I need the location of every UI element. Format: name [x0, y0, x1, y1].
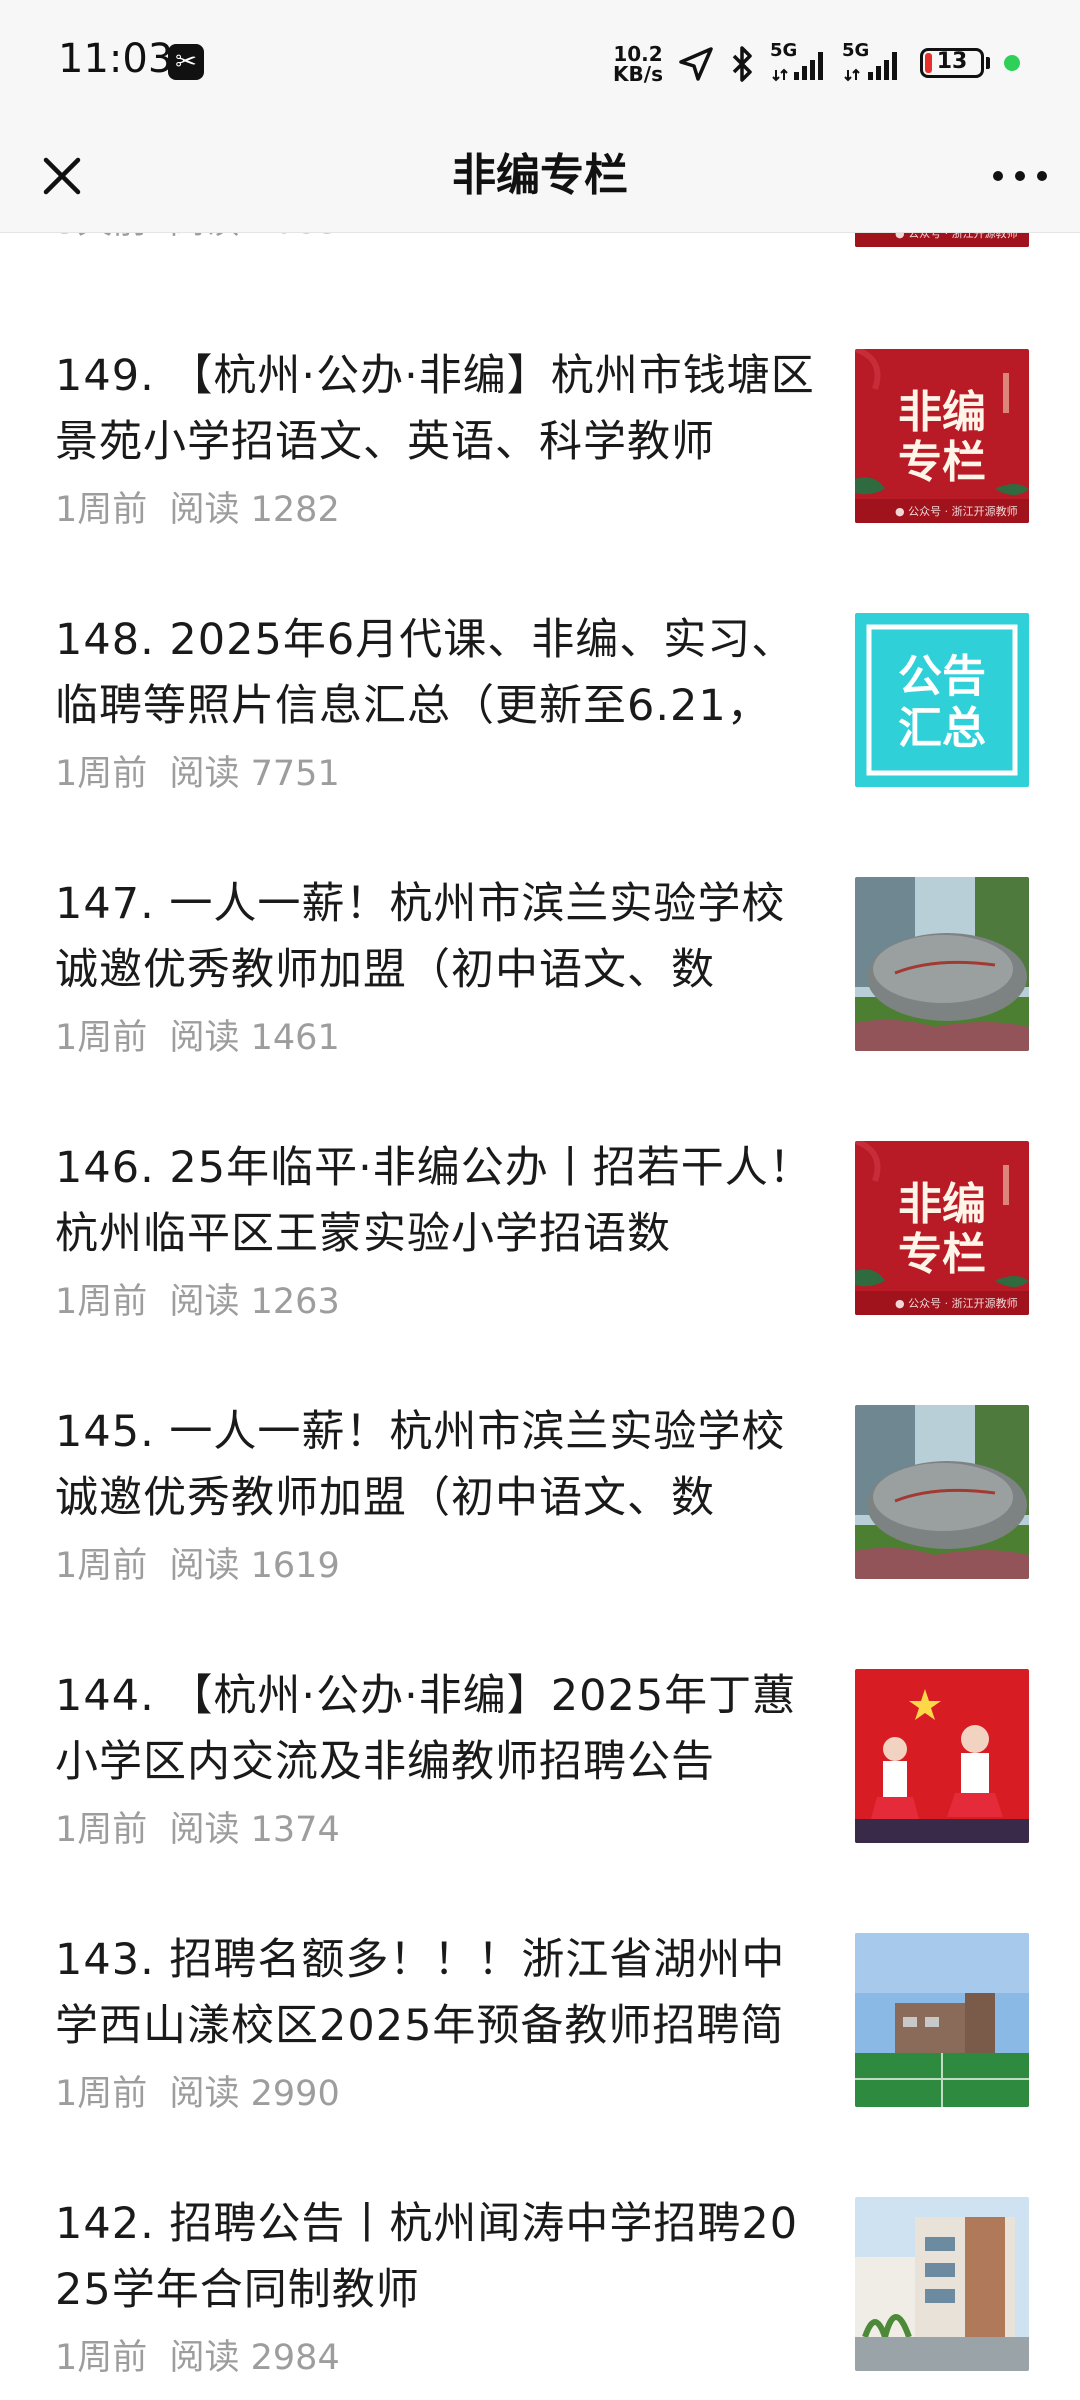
- article-meta: 1周前 阅读 1282: [55, 490, 340, 530]
- article-title: 149. 【杭州·公办·非编】杭州市钱塘区景苑小学招语文、英语、科学教师: [55, 351, 815, 467]
- svg-text:● 公众号 · 浙江开源教师: ● 公众号 · 浙江开源教师: [895, 1296, 1018, 1310]
- article-meta: 1周前 阅读 1461: [55, 1018, 340, 1058]
- battery-icon: 13: [920, 48, 984, 78]
- more-icon[interactable]: [984, 144, 1056, 208]
- network-speed: 10.2 KB/s: [608, 44, 668, 84]
- list-item[interactable]: 149. 【杭州·公办·非编】杭州市钱塘区景苑小学招语文、英语、科学教师 1周前…: [0, 343, 1080, 607]
- article-title: 144. 【杭州·公办·非编】2025年丁蕙小学区内交流及非编教师招聘公告: [55, 1671, 797, 1787]
- article-meta: 1周前 阅读 2984: [55, 2338, 340, 2378]
- article-thumbnail: 非编 专栏 ● 公众号 · 浙江开源教师: [855, 349, 1029, 523]
- net-speed-unit: KB/s: [613, 62, 663, 86]
- article-title: 145. 一人一薪！杭州市滨兰实验学校诚邀优秀教师加盟（初中语文、数: [55, 1407, 786, 1523]
- article-thumbnail: [855, 1669, 1029, 1843]
- thumb-text: 非编: [898, 1179, 986, 1230]
- list-item[interactable]: 143. 招聘名额多！！！浙江省湖州中学西山漾校区2025年预备教师招聘简 1周…: [0, 1927, 1080, 2191]
- battery-level: 13: [936, 49, 968, 74]
- location-arrow-icon: [679, 47, 713, 81]
- thumb-text: 专栏: [898, 437, 986, 488]
- list-item[interactable]: 142. 招聘公告丨杭州闻涛中学招聘2025学年合同制教师 1周前 阅读 298…: [0, 2191, 1080, 2400]
- svg-text:● 公众号 · 浙江开源教师: ● 公众号 · 浙江开源教师: [895, 233, 1018, 240]
- app-notification-icon: ✂: [168, 44, 204, 80]
- thumb-text: 公告: [898, 651, 986, 702]
- article-title: 146. 25年临平·非编公办丨招若干人！杭州临平区王蒙实验小学招语数: [55, 1143, 813, 1259]
- article-title: 142. 招聘公告丨杭州闻涛中学招聘2025学年合同制教师: [55, 2199, 799, 2315]
- battery-cap: [986, 57, 990, 69]
- svg-text:● 公众号 · 浙江开源教师: ● 公众号 · 浙江开源教师: [895, 504, 1018, 518]
- thumb-text: 非编: [898, 387, 986, 438]
- article-list: 3天前 阅读 2083 ● 公众号 · 浙江开源教师 149. 【杭州·公办·非…: [0, 233, 1080, 2400]
- page-title: 非编专栏: [452, 150, 628, 201]
- article-title: 148. 2025年6月代课、非编、实习、临聘等照片信息汇总（更新至6.21，: [55, 615, 796, 731]
- article-thumbnail: [855, 877, 1029, 1051]
- thumb-text: 汇总: [898, 703, 986, 754]
- bluetooth-icon: [732, 46, 752, 82]
- status-bar: 11:03 ✂ 10.2 KB/s 5G 5G 13: [0, 0, 1080, 120]
- article-meta: 1周前 阅读 7751: [55, 754, 340, 794]
- signal-strength-icon: [772, 52, 823, 82]
- thumb-text: 专栏: [898, 1229, 986, 1280]
- list-item[interactable]: 147. 一人一薪！杭州市滨兰实验学校诚邀优秀教师加盟（初中语文、数 1周前 阅…: [0, 871, 1080, 1135]
- article-title: 147. 一人一薪！杭州市滨兰实验学校诚邀优秀教师加盟（初中语文、数: [55, 879, 786, 995]
- signal-strength-icon: [844, 52, 897, 82]
- article-meta: 1周前 阅读 2990: [55, 2074, 340, 2114]
- article-thumbnail: [855, 1405, 1029, 1579]
- article-meta: 1周前 阅读 1619: [55, 1546, 340, 1586]
- article-thumbnail: [855, 2197, 1029, 2371]
- article-meta: 3天前 阅读 2083: [55, 233, 340, 244]
- article-thumbnail: 公告 汇总: [855, 613, 1029, 787]
- list-item[interactable]: 144. 【杭州·公办·非编】2025年丁蕙小学区内交流及非编教师招聘公告 1周…: [0, 1663, 1080, 1927]
- article-thumbnail: 非编 专栏 ● 公众号 · 浙江开源教师: [855, 1141, 1029, 1315]
- article-thumbnail: ● 公众号 · 浙江开源教师: [855, 233, 1029, 247]
- list-item[interactable]: 146. 25年临平·非编公办丨招若干人！杭州临平区王蒙实验小学招语数 1周前 …: [0, 1135, 1080, 1399]
- article-meta: 1周前 阅读 1374: [55, 1810, 340, 1850]
- net-speed-value: 10.2: [613, 42, 663, 66]
- article-title: 143. 招聘名额多！！！浙江省湖州中学西山漾校区2025年预备教师招聘简: [55, 1935, 786, 2051]
- article-meta: 1周前 阅读 1263: [55, 1282, 340, 1322]
- list-item[interactable]: 148. 2025年6月代课、非编、实习、临聘等照片信息汇总（更新至6.21， …: [0, 607, 1080, 871]
- header-bar: 非编专栏: [0, 120, 1080, 233]
- article-thumbnail: [855, 1933, 1029, 2107]
- list-item[interactable]: 145. 一人一薪！杭州市滨兰实验学校诚邀优秀教师加盟（初中语文、数 1周前 阅…: [0, 1399, 1080, 1663]
- status-time: 11:03: [58, 36, 174, 82]
- privacy-indicator-dot: [1004, 55, 1020, 71]
